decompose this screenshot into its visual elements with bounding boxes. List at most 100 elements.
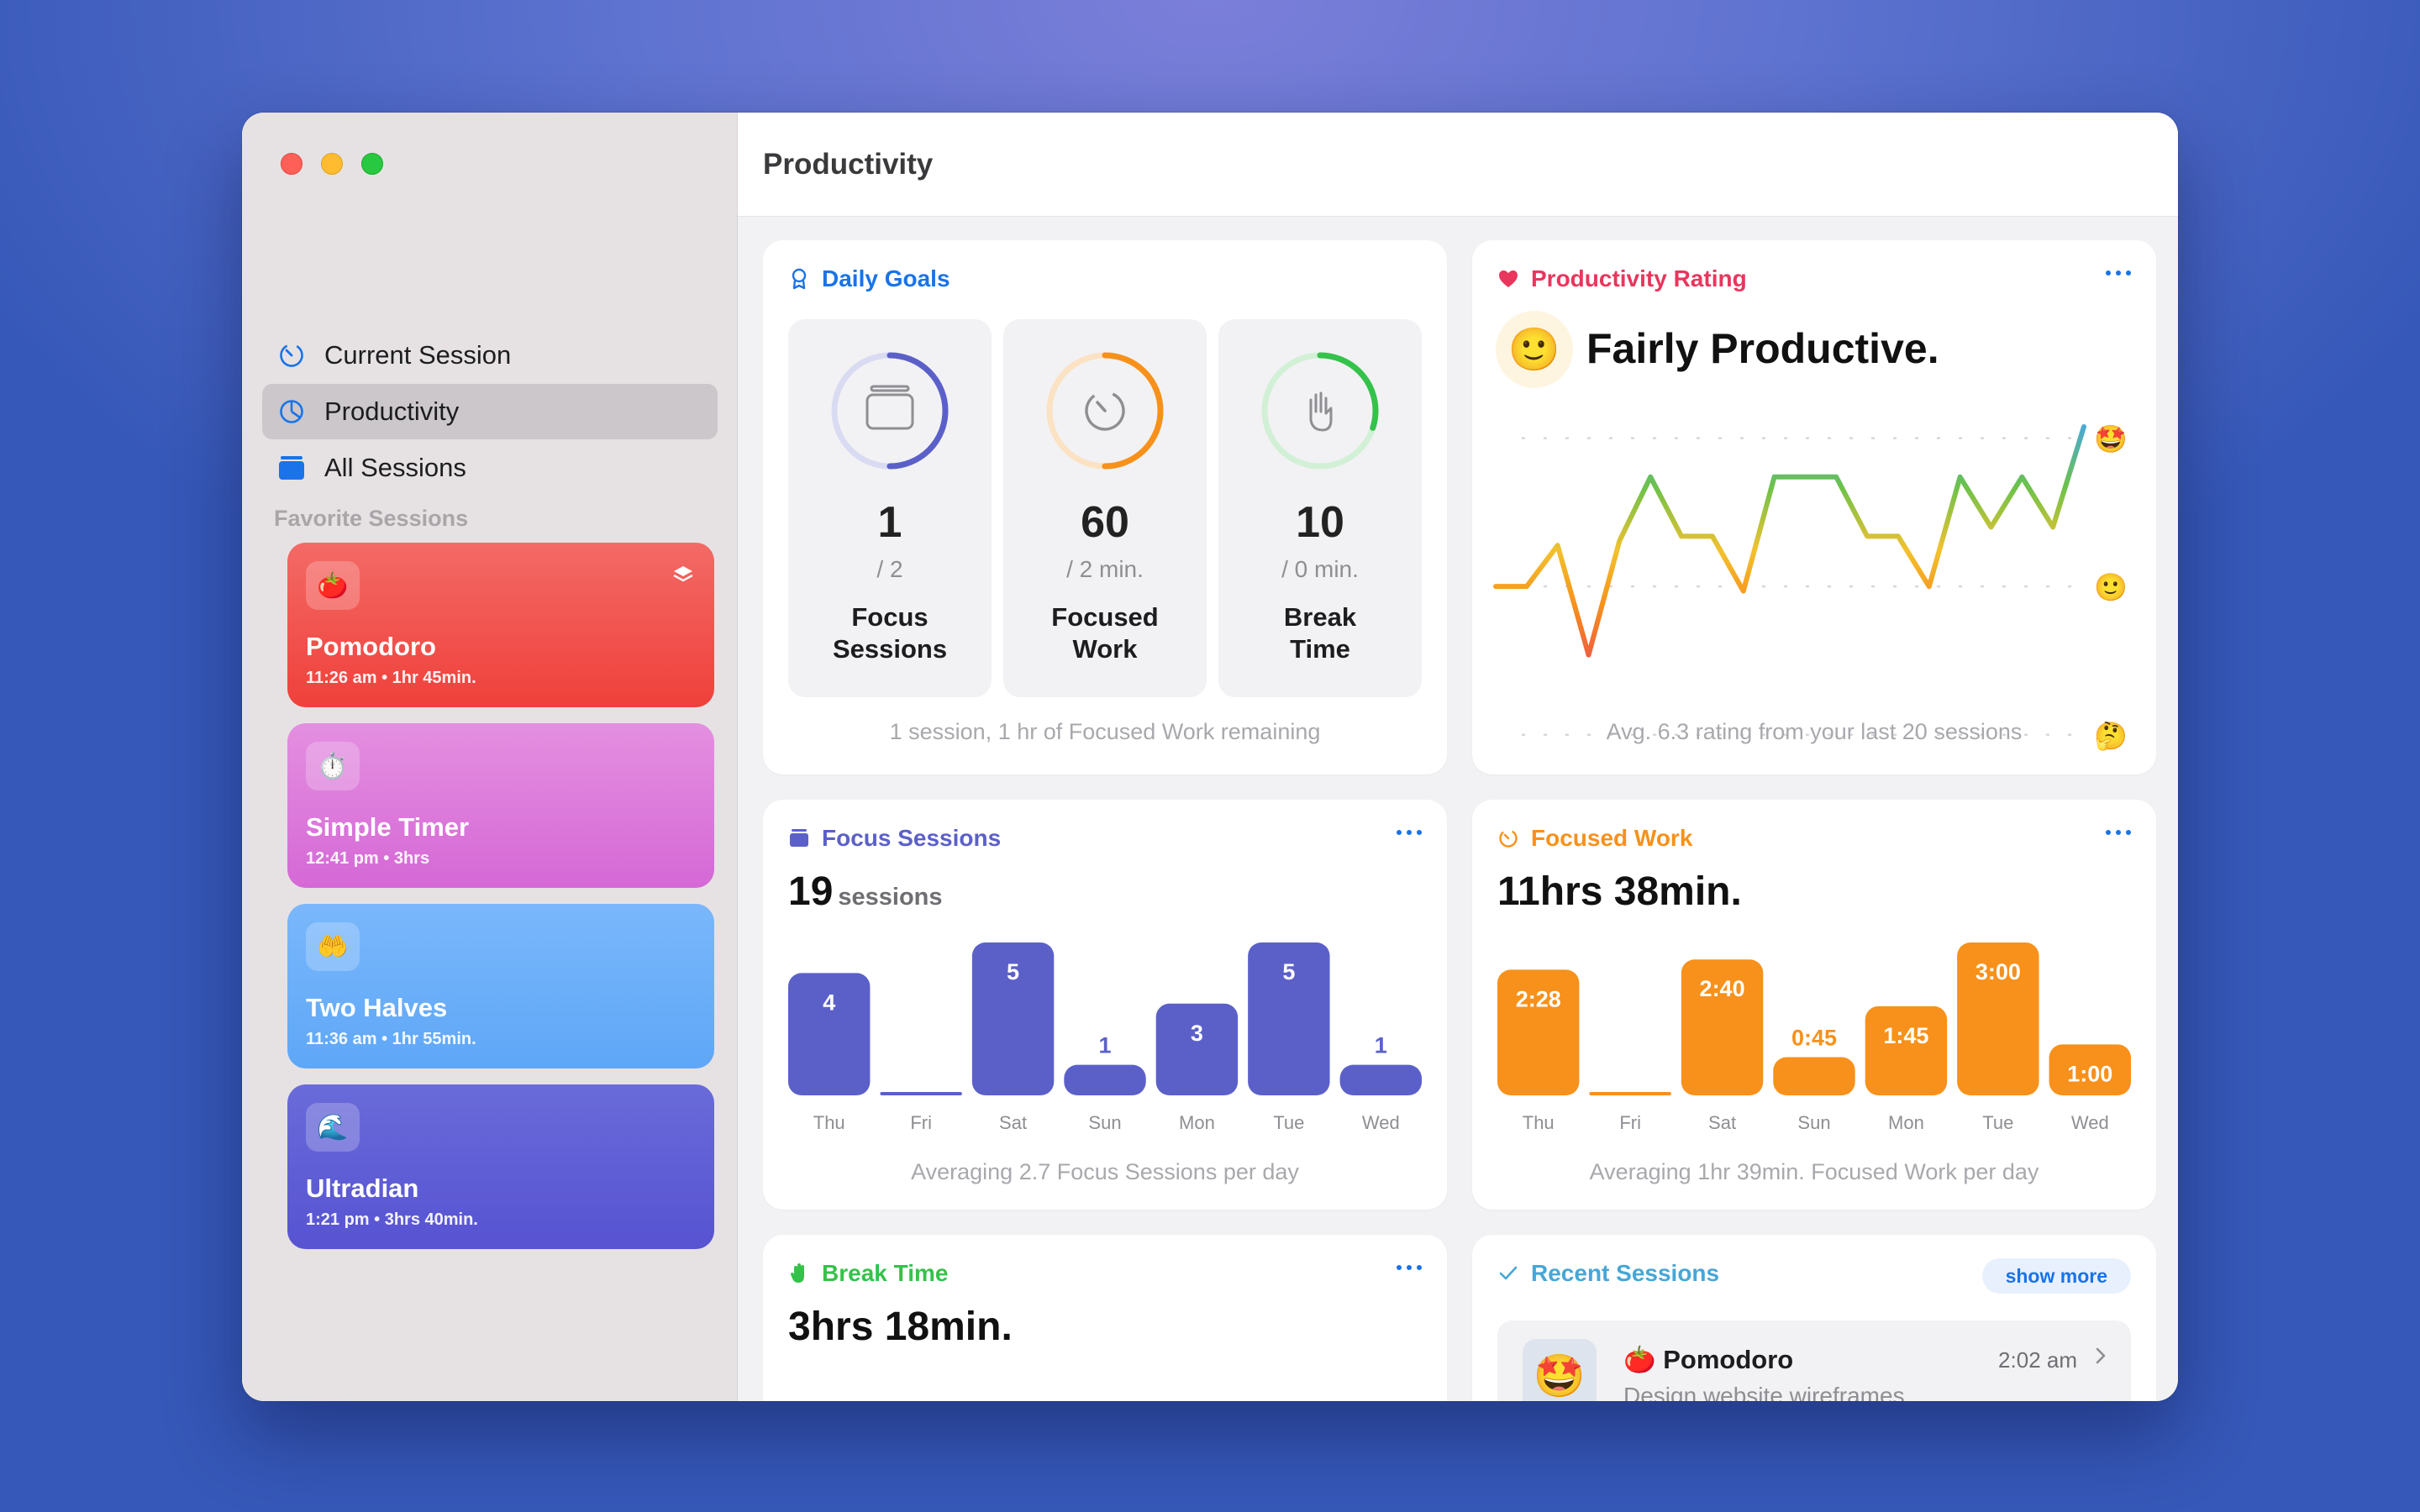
sidebar: Current Session Productivity All Session… — [242, 113, 738, 1401]
pomodoro-emoji-icon: 🍅 — [306, 561, 360, 610]
focused-work-card: Focused Work 11hrs 38min. 2:28 Thu Fri 2:40… — [1472, 800, 2156, 1210]
goal-tile-focused-work[interactable]: 60 / 2 min. Focused Work — [1003, 319, 1207, 697]
break-time-header: Break Time — [788, 1260, 948, 1287]
sidebar-item-label: Productivity — [324, 396, 460, 426]
layers-icon — [672, 564, 694, 589]
favorite-subtitle: 11:26 am • 1hr 45min. — [306, 669, 476, 687]
sidebar-item-label: Current Session — [324, 340, 512, 370]
bar-value-label: 5 — [1007, 959, 1019, 984]
goal-target: / 0 min. — [1281, 556, 1359, 582]
favorite-subtitle: 12:41 pm • 3hrs — [306, 849, 430, 868]
goal-tile-focus-sessions[interactable]: 1 / 2 Focus Sessions — [788, 319, 992, 697]
recent-session-description: Design website wireframes — [1623, 1383, 1905, 1401]
bar-value-label: 0:45 — [1791, 1026, 1837, 1051]
break-time-card: Break Time 3hrs 18min. — [763, 1235, 1447, 1401]
bar — [1773, 1057, 1855, 1095]
bar-value-label: 1 — [1098, 1033, 1111, 1058]
recent-sessions-title: Recent Sessions — [1531, 1260, 1720, 1286]
daily-goals-card: Daily Goals 1 / 2 Focus Sessions 60 / 2 … — [763, 240, 1447, 774]
productivity-rating-chart: 🤩🙂🤔 — [1493, 424, 2128, 751]
favorite-subtitle: 11:36 am • 1hr 55min. — [306, 1030, 476, 1048]
favorites-header: Favorite Sessions — [274, 506, 469, 531]
bar-category-label: Mon — [1888, 1112, 1924, 1133]
more-options-button[interactable] — [1397, 1265, 1422, 1270]
favorite-title: Two Halves — [306, 993, 448, 1022]
minimize-window-button[interactable] — [321, 153, 343, 175]
goal-target: / 2 — [876, 556, 903, 582]
sidebar-nav: Current Session Productivity All Session… — [262, 328, 718, 496]
goal-tile-break-time[interactable]: 10 / 0 min. Break Time — [1218, 319, 1422, 697]
rating-axis-emoji: 🙂 — [2094, 572, 2128, 602]
pie-chart-icon — [277, 397, 306, 426]
favorite-title: Pomodoro — [306, 632, 436, 661]
recent-sessions-card: Recent Sessions show more 🤩 🍅 Pomodoro D… — [1472, 1235, 2156, 1401]
rating-series-line — [1493, 424, 2086, 658]
page-title: Productivity — [738, 113, 2178, 217]
checkmark-icon — [1497, 1263, 1519, 1284]
tray-icon — [865, 385, 914, 430]
sidebar-item-current-session[interactable]: Current Session — [262, 328, 718, 383]
bar — [1865, 1005, 1948, 1095]
maximize-window-button[interactable] — [361, 153, 383, 175]
favorite-card-ultradian[interactable]: 🌊 Ultradian 1:21 pm • 3hrs 40min. — [287, 1084, 714, 1249]
favorite-title: Simple Timer — [306, 812, 470, 842]
bar-value-label: 1:45 — [1883, 1023, 1928, 1048]
sidebar-item-label: All Sessions — [324, 453, 466, 482]
bar-category-label: Wed — [1362, 1112, 1400, 1133]
timer-icon — [277, 341, 306, 370]
dial-icon — [1085, 391, 1125, 431]
goal-value: 10 — [1296, 498, 1344, 547]
sidebar-item-all-sessions[interactable]: All Sessions — [262, 440, 718, 496]
daily-goals-title: Daily Goals — [822, 265, 950, 291]
hand-icon — [788, 1263, 810, 1284]
bar-category-label: Sat — [1708, 1112, 1736, 1133]
award-icon — [788, 268, 810, 290]
bar — [1589, 1092, 1671, 1095]
bar-value-label: 5 — [1282, 959, 1295, 984]
goal-value: 1 — [877, 498, 902, 547]
favorite-card-simple-timer[interactable]: ⏱️ Simple Timer 12:41 pm • 3hrs — [287, 723, 714, 888]
bar-category-label: Sun — [1088, 1112, 1121, 1133]
focus-sessions-card: Focus Sessions 19 sessions 4 Thu Fri 5 Sat 1 Su… — [763, 800, 1447, 1210]
bar-category-label: Sat — [999, 1112, 1027, 1133]
favorite-card-pomodoro[interactable]: 🍅 Pomodoro 11:26 am • 1hr 45min. — [287, 543, 714, 707]
pomodoro-emoji-icon: 🍅 — [1623, 1345, 1656, 1374]
stopwatch-emoji-icon: ⏱️ — [306, 742, 360, 790]
bar-value-label: 1:00 — [2067, 1061, 2112, 1086]
bar-category-label: Tue — [1273, 1112, 1304, 1133]
daily-goals-footnote: 1 session, 1 hr of Focused Work remainin… — [889, 719, 1321, 744]
bar-category-label: Sun — [1797, 1112, 1830, 1133]
bar-category-label: Thu — [813, 1112, 845, 1133]
star-struck-face-icon: 🤩 — [1523, 1339, 1597, 1401]
bar-value-label: 2:40 — [1700, 976, 1745, 1001]
focus-sessions-footnote: Averaging 2.7 Focus Sessions per day — [911, 1159, 1299, 1184]
bar-value-label: 1 — [1375, 1033, 1387, 1058]
close-window-button[interactable] — [281, 153, 302, 175]
bar — [1064, 1064, 1146, 1095]
bar-category-label: Fri — [1619, 1112, 1641, 1133]
favorite-title: Ultradian — [306, 1173, 419, 1203]
recent-sessions-header: Recent Sessions — [1497, 1260, 1719, 1287]
app-window: Current Session Productivity All Session… — [242, 113, 2178, 1401]
wave-emoji-icon: 🌊 — [306, 1103, 360, 1152]
window-controls — [281, 153, 383, 175]
recent-session-row[interactable]: 🤩 🍅 Pomodoro Design website wireframes 2… — [1497, 1320, 2131, 1401]
bar — [880, 1092, 962, 1095]
rating-axis-emoji: 🤩 — [2094, 424, 2128, 454]
bar-value-label: 4 — [823, 990, 835, 1015]
sidebar-item-productivity[interactable]: Productivity — [262, 384, 718, 439]
show-more-button[interactable]: show more — [1981, 1258, 2131, 1294]
bar-category-label: Mon — [1179, 1112, 1215, 1133]
bar-value-label: 2:28 — [1516, 986, 1561, 1011]
chevron-right-icon — [2094, 1346, 2107, 1370]
break-time-progress-ring — [1261, 352, 1379, 470]
daily-goals-header: Daily Goals — [788, 265, 950, 292]
goal-target: / 2 min. — [1066, 556, 1144, 582]
break-time-title: Break Time — [822, 1260, 949, 1286]
recent-session-title: 🍅 Pomodoro — [1623, 1345, 1794, 1374]
main-content: Productivity Daily Goals 1 / 2 Focus Sess… — [738, 113, 2178, 1401]
goal-label: Focus Sessions — [832, 602, 948, 664]
bar-category-label: Thu — [1523, 1112, 1555, 1133]
favorite-card-two-halves[interactable]: 🤲 Two Halves 11:36 am • 1hr 55min. — [287, 904, 714, 1068]
focus-sessions-progress-ring — [831, 352, 949, 470]
